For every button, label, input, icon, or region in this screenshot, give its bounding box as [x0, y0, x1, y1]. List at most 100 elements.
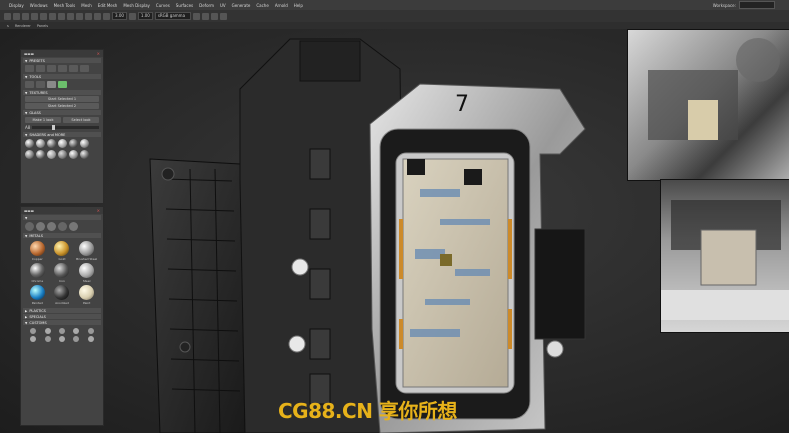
section-presets[interactable]: ▼ PRESETS	[23, 58, 101, 63]
render-settings-icon[interactable]	[85, 12, 92, 20]
section-metals[interactable]: ▼ METALS	[23, 233, 101, 238]
material-steel[interactable]: Steel	[74, 263, 99, 283]
shader-swatch[interactable]	[36, 139, 45, 148]
material-chrome[interactable]: Chrome	[25, 263, 50, 283]
rotate-icon[interactable]	[22, 12, 29, 20]
scale-icon[interactable]	[31, 12, 38, 20]
shader-swatch[interactable]	[25, 139, 34, 148]
menu-item-mesh-tools[interactable]: Mesh Tools	[51, 3, 79, 8]
panel-menu-renderer[interactable]: Renderer	[12, 24, 34, 28]
shader-swatch[interactable]	[47, 139, 56, 148]
custom-swatch[interactable]	[85, 336, 97, 342]
material-tool-5[interactable]	[69, 222, 78, 231]
section-header[interactable]: ▼	[23, 215, 101, 220]
shader-swatch[interactable]	[69, 139, 78, 148]
ipr-icon[interactable]	[76, 12, 83, 20]
shader-swatch[interactable]	[69, 150, 78, 159]
make-look-button[interactable]: Make 1 look	[25, 117, 61, 123]
shader-swatch[interactable]	[80, 139, 89, 148]
material-tool-1[interactable]	[25, 222, 34, 231]
menu-item-mesh[interactable]: Mesh	[78, 3, 95, 8]
material-copper[interactable]: Copper	[25, 241, 50, 261]
shader-swatch[interactable]	[58, 150, 67, 159]
material-anodized[interactable]: Anodized	[50, 285, 75, 305]
color-space-dropdown[interactable]: sRGB gamma	[154, 12, 191, 20]
gamma-icon[interactable]	[128, 12, 136, 20]
material-tool-2[interactable]	[36, 222, 45, 231]
material-brushed-steel[interactable]: Brushed Steel	[74, 241, 99, 261]
material-tool-4[interactable]	[58, 222, 67, 231]
menu-item-windows[interactable]: Windows	[27, 3, 51, 8]
shader-swatch[interactable]	[58, 139, 67, 148]
menu-item-generate[interactable]: Generate	[229, 3, 254, 8]
range-slider[interactable]	[32, 125, 99, 130]
panel-menu-shading[interactable]: s	[4, 24, 12, 28]
isolate-icon[interactable]	[219, 12, 227, 20]
preset-button-2[interactable]	[36, 65, 45, 72]
move-icon[interactable]	[13, 12, 20, 20]
custom-swatch[interactable]	[56, 336, 68, 342]
close-icon[interactable]: ×	[97, 208, 100, 213]
preset-button-1[interactable]	[25, 65, 34, 72]
section-plastics[interactable]: ▶ PLASTICS	[23, 308, 101, 313]
workspace-dropdown[interactable]	[739, 1, 775, 9]
preset-button-3[interactable]	[47, 65, 56, 72]
gamma-field[interactable]: 1.00	[137, 12, 153, 20]
shader-swatch[interactable]	[36, 150, 45, 159]
start-selected-2-button[interactable]: Start Selected 2	[25, 103, 99, 109]
lights-icon[interactable]	[201, 12, 209, 20]
custom-swatch[interactable]	[41, 328, 53, 334]
start-selected-1-button[interactable]: Start Selected 1	[25, 96, 99, 102]
custom-swatch[interactable]	[27, 336, 39, 342]
wireframe-icon[interactable]	[103, 12, 110, 20]
section-shaders[interactable]: ▼ SHADERS and MORE	[23, 132, 101, 137]
section-textures[interactable]: ▼ TEXTURES	[23, 90, 101, 95]
material-painted[interactable]: Painted	[25, 285, 50, 305]
close-icon[interactable]: ×	[97, 51, 100, 56]
material-iron[interactable]: Iron	[50, 263, 75, 283]
tool-button-3[interactable]	[47, 81, 56, 88]
shader-swatch[interactable]	[25, 150, 34, 159]
snap-curve-icon[interactable]	[49, 12, 56, 20]
select-look-button[interactable]: Select look	[63, 117, 99, 123]
preset-button-6[interactable]	[80, 65, 89, 72]
tool-button-1[interactable]	[25, 81, 34, 88]
preset-button-5[interactable]	[69, 65, 78, 72]
menu-item-deform[interactable]: Deform	[196, 3, 217, 8]
menu-item-uv[interactable]: UV	[217, 3, 229, 8]
camera-icon[interactable]	[94, 12, 101, 20]
render-icon[interactable]	[67, 12, 74, 20]
menu-item-curves[interactable]: Curves	[153, 3, 173, 8]
exposure-field[interactable]: 3.00	[112, 12, 127, 20]
menu-item-mesh-display[interactable]: Mesh Display	[120, 3, 153, 8]
menu-item-arnold[interactable]: Arnold	[272, 3, 291, 8]
section-customs[interactable]: ▼ CUSTOMS	[23, 320, 101, 325]
menu-item-cache[interactable]: Cache	[253, 3, 271, 8]
panel-menu-panels[interactable]: Panels	[34, 24, 51, 28]
custom-swatch[interactable]	[70, 328, 82, 334]
shader-swatch[interactable]	[80, 150, 89, 159]
viewport[interactable]: 7 ▬▬▬ × ▼ PRESETS ▼ TOOLS ▼ TEXTURES Start S…	[0, 29, 789, 433]
snap-grid-icon[interactable]	[40, 12, 47, 20]
preset-button-4[interactable]	[58, 65, 67, 72]
menu-item-edit-mesh[interactable]: Edit Mesh	[95, 3, 121, 8]
section-specials[interactable]: ▶ SPECIALS	[23, 314, 101, 319]
snap-point-icon[interactable]	[58, 12, 65, 20]
menu-item-help[interactable]: Help	[291, 3, 306, 8]
section-glass[interactable]: ▼ GLASS	[23, 110, 101, 115]
custom-swatch[interactable]	[56, 328, 68, 334]
custom-swatch[interactable]	[27, 328, 39, 334]
slider-handle[interactable]	[52, 125, 56, 130]
shader-swatch[interactable]	[47, 150, 56, 159]
custom-swatch[interactable]	[85, 328, 97, 334]
custom-swatch[interactable]	[70, 336, 82, 342]
tool-button-2[interactable]	[36, 81, 45, 88]
grid-icon[interactable]	[192, 12, 200, 20]
shadow-icon[interactable]	[210, 12, 218, 20]
material-tool-3[interactable]	[47, 222, 56, 231]
menu-item-surfaces[interactable]: Surfaces	[173, 3, 196, 8]
select-icon[interactable]	[4, 12, 11, 20]
menu-item-display[interactable]: Display	[6, 3, 27, 8]
custom-swatch[interactable]	[41, 336, 53, 342]
tool-button-4[interactable]	[58, 81, 67, 88]
